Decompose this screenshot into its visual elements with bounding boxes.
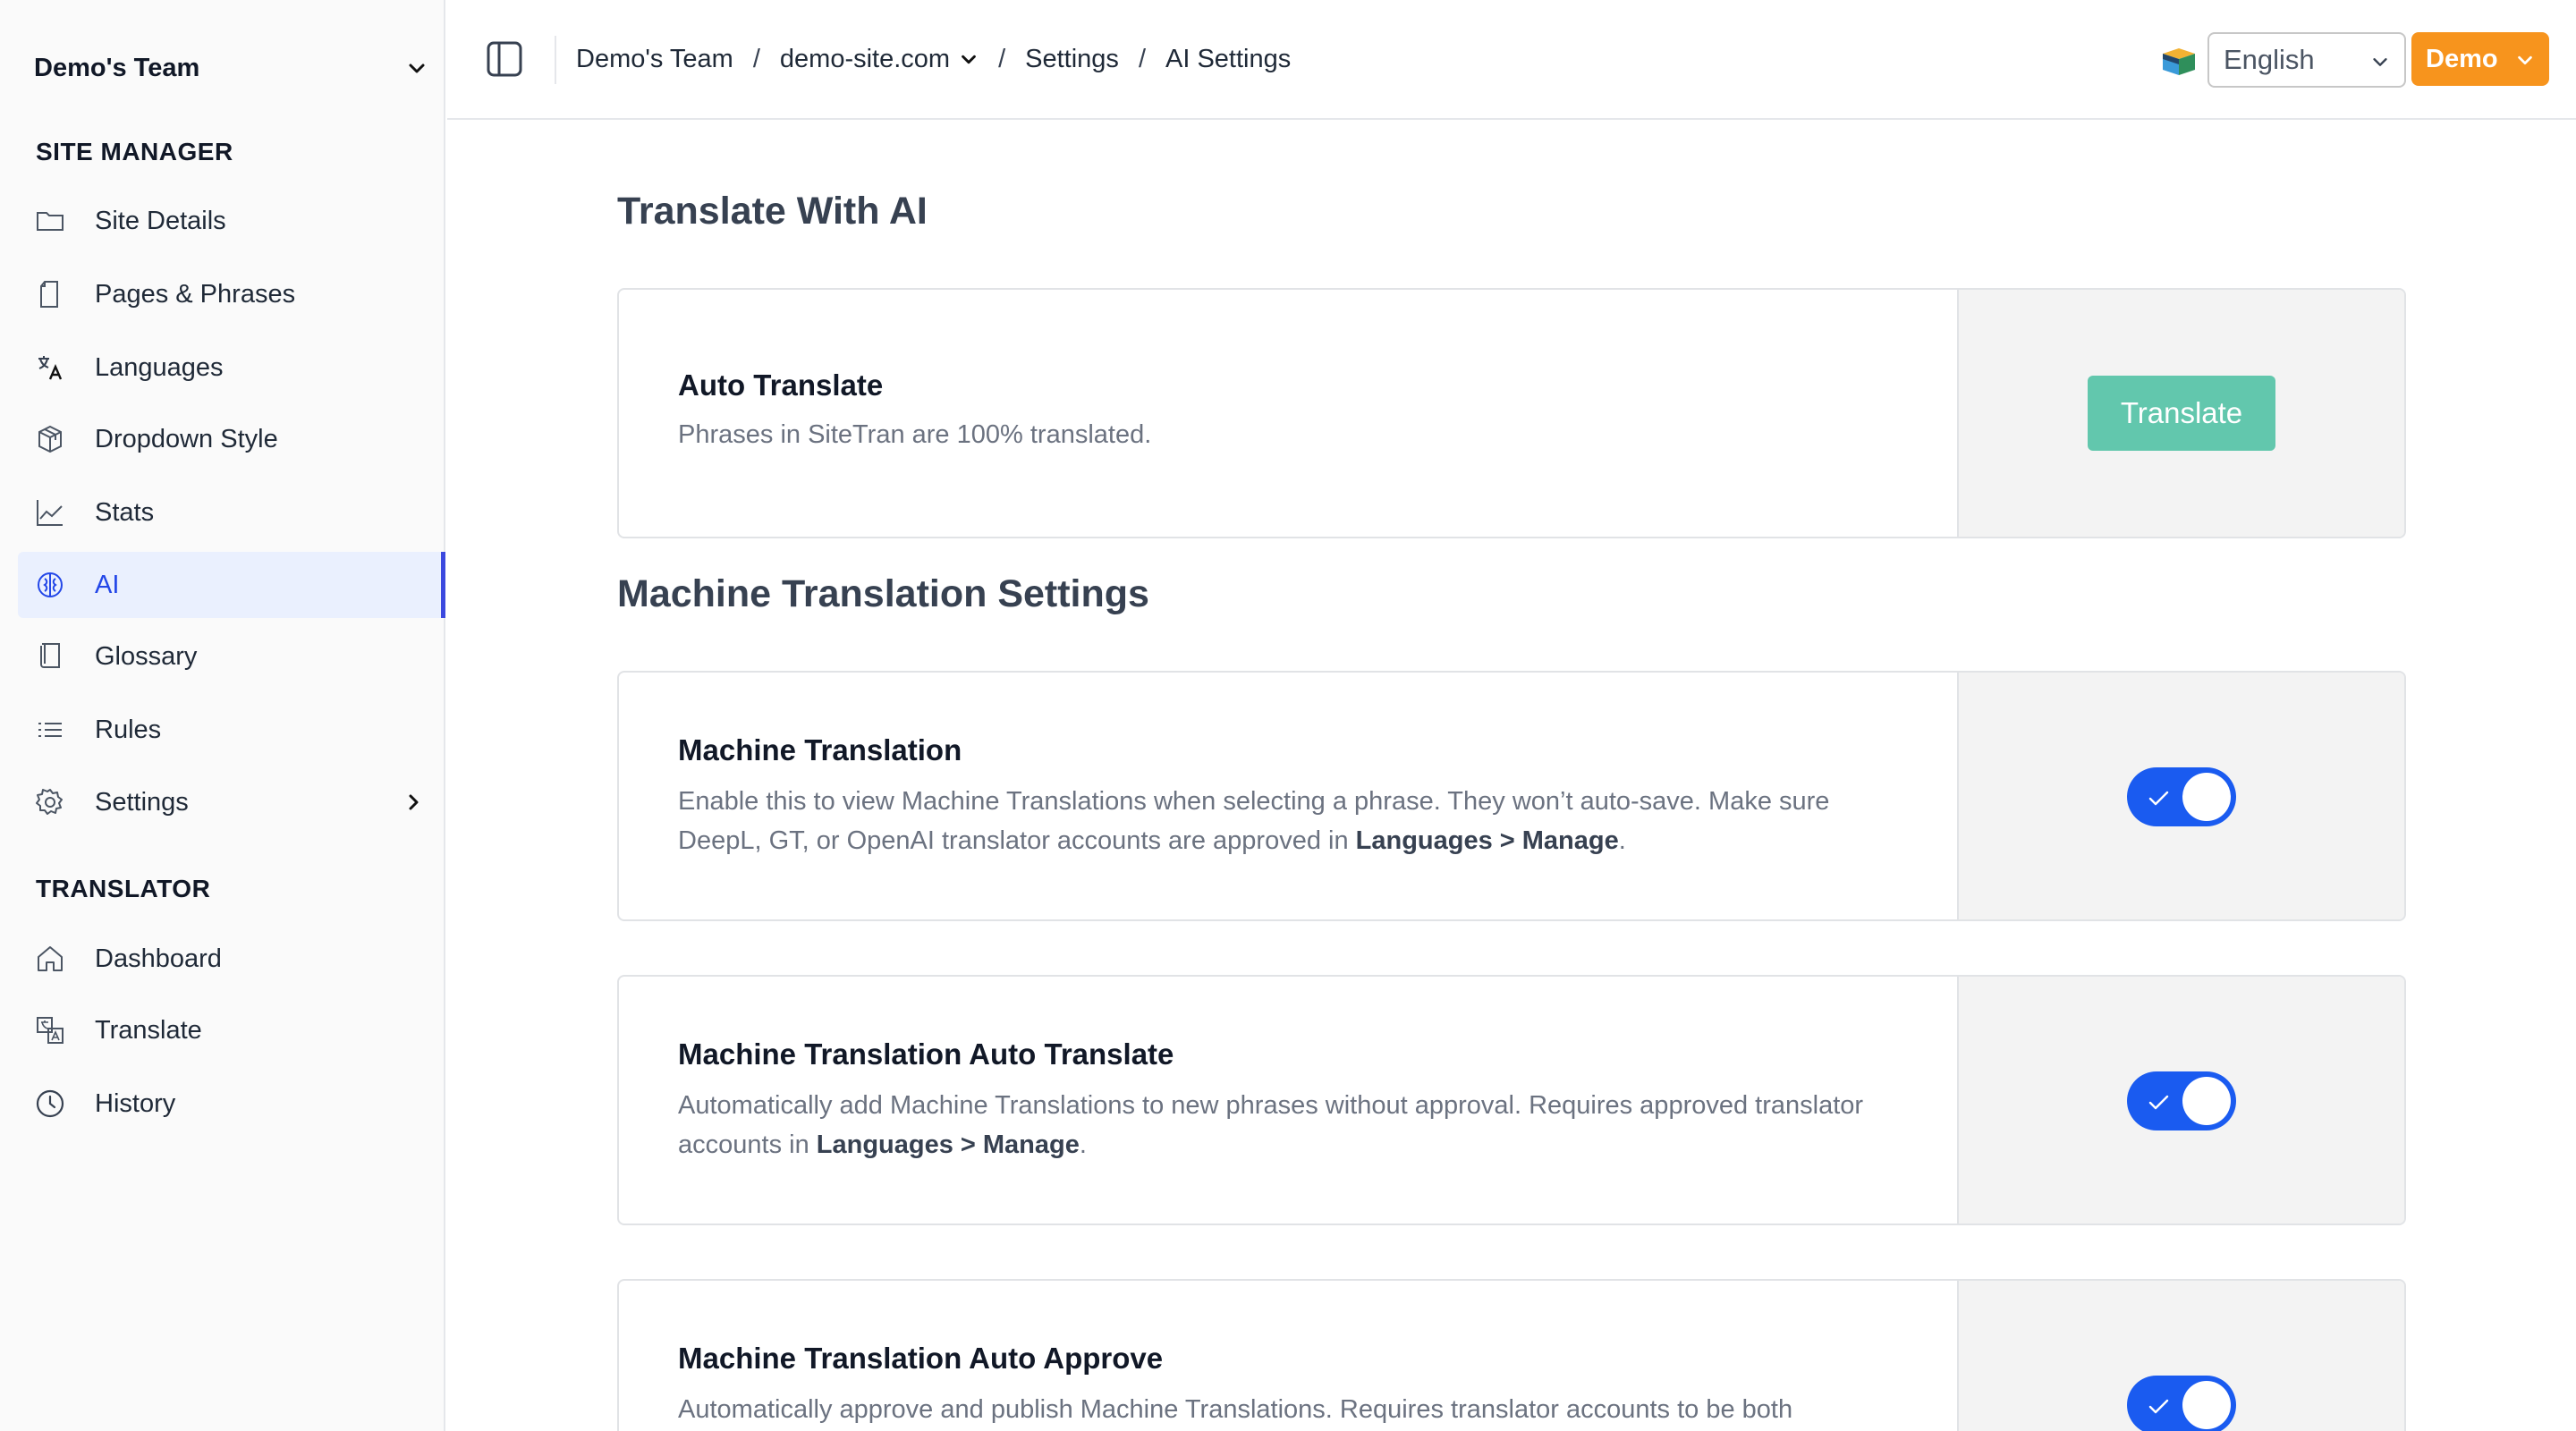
sidebar-item-label: Dashboard [95, 944, 222, 973]
chevron-down-icon [2373, 58, 2387, 66]
toggle-knob [2182, 1381, 2231, 1429]
sidebar-item-ai[interactable]: AI [18, 552, 445, 618]
chevron-down-icon [962, 55, 976, 64]
section-heading-translate-ai: Translate With AI [617, 190, 928, 233]
card-action-panel: Translate [1957, 290, 2404, 537]
section-title-site-manager: SITE MANAGER [36, 138, 233, 165]
card-title: Machine Translation Auto Approve [678, 1342, 1164, 1375]
check-icon [2148, 791, 2169, 806]
sidebar-item-translate[interactable]: Translate [18, 997, 445, 1063]
translate-button[interactable]: Translate [2088, 376, 2275, 451]
clock-icon [34, 1088, 66, 1120]
sidebar-item-history[interactable]: History [18, 1071, 445, 1137]
sidebar-item-label: Site Details [95, 206, 226, 235]
sidebar-item-label: History [95, 1088, 176, 1118]
sidebar-item-label: Settings [95, 787, 189, 817]
breadcrumb-site-dropdown[interactable]: demo-site.com [780, 45, 979, 74]
breadcrumb: Demo's Team / demo-site.com / Settings /… [576, 39, 1291, 79]
user-menu-button[interactable]: Demo [2411, 32, 2549, 86]
team-switcher[interactable]: Demo's Team [34, 50, 428, 86]
breadcrumb-site: demo-site.com [779, 44, 951, 73]
language-select-value: English [2224, 44, 2315, 75]
translate-icon [34, 1014, 66, 1046]
breadcrumb-separator: / [998, 44, 1006, 73]
team-name: Demo's Team [34, 53, 200, 82]
chevron-right-icon [409, 794, 419, 810]
sidebar-item-dropdown-style[interactable]: Dropdown Style [18, 406, 445, 472]
card-description: Automatically add Machine Translations t… [678, 1091, 1864, 1159]
breadcrumb-current: AI Settings [1165, 44, 1292, 73]
auto-approve-toggle[interactable] [2127, 1376, 2236, 1431]
toggle-knob [2182, 1077, 2231, 1125]
user-menu-label: Demo [2426, 44, 2498, 73]
sidebar-item-label: Languages [95, 352, 224, 382]
chevron-down-icon [2518, 55, 2532, 65]
check-icon [2148, 1399, 2169, 1414]
card-action-panel [1957, 977, 2404, 1224]
language-icon [34, 351, 66, 384]
check-icon [2148, 1095, 2169, 1110]
toggle-knob [2182, 773, 2231, 821]
sidebar-item-glossary[interactable]: Glossary [18, 623, 445, 690]
machine-translation-card: Machine Translation Enable this to view … [617, 671, 2406, 921]
breadcrumb-team[interactable]: Demo's Team [576, 45, 733, 74]
auto-translate-card: Auto Translate Phrases in SiteTran are 1… [617, 288, 2406, 538]
sidebar-item-dashboard[interactable]: Dashboard [18, 926, 445, 992]
breadcrumb-separator: / [1138, 44, 1146, 73]
home-icon [34, 943, 66, 975]
card-title: Machine Translation Auto Translate [678, 1037, 1174, 1071]
sidebar-item-pages-phrases[interactable]: Pages & Phrases [18, 261, 445, 327]
cube-icon [34, 423, 66, 455]
sidebar-item-settings[interactable]: Settings [18, 769, 445, 835]
machine-translation-auto-translate-card: Machine Translation Auto Translate Autom… [617, 975, 2406, 1225]
chart-line-icon [34, 496, 66, 529]
page-icon [34, 278, 66, 310]
list-icon [34, 714, 66, 746]
sidebar-item-label: Translate [95, 1015, 202, 1045]
card-title: Auto Translate [678, 368, 884, 402]
breadcrumb-separator: / [752, 44, 760, 73]
sidebar: Demo's Team SITE MANAGER Site Details Pa… [0, 0, 445, 1431]
folder-icon [34, 205, 66, 237]
card-action-panel [1957, 1281, 2404, 1431]
chevron-down-icon [409, 64, 425, 73]
sidebar-item-label: AI [95, 570, 120, 599]
card-action-panel [1957, 673, 2404, 919]
language-select[interactable]: English [2207, 32, 2406, 88]
divider [555, 36, 556, 84]
card-description: Phrases in SiteTran are 100% translated. [678, 420, 1152, 449]
sidebar-item-rules[interactable]: Rules [18, 697, 445, 763]
sidebar-item-label: Stats [95, 497, 155, 527]
sidebar-item-label: Dropdown Style [95, 424, 278, 453]
language-flag-icon [2163, 48, 2195, 75]
gear-icon [34, 786, 66, 818]
card-description: Automatically approve and publish Machin… [678, 1395, 1793, 1424]
section-title-translator: TRANSLATOR [36, 875, 211, 902]
sidebar-item-label: Glossary [95, 641, 198, 671]
sidebar-item-label: Rules [95, 715, 162, 744]
sidebar-item-stats[interactable]: Stats [18, 479, 445, 546]
sidebar-item-label: Pages & Phrases [95, 279, 296, 309]
sidebar-toggle-icon[interactable] [485, 39, 524, 79]
sidebar-item-site-details[interactable]: Site Details [18, 188, 445, 254]
brain-icon [34, 569, 66, 601]
section-heading-machine-translation: Machine Translation Settings [617, 572, 1149, 615]
top-bar: Demo's Team / demo-site.com / Settings /… [447, 0, 2576, 120]
breadcrumb-settings[interactable]: Settings [1025, 45, 1119, 74]
machine-translation-toggle[interactable] [2127, 767, 2236, 826]
machine-translation-auto-approve-card: Machine Translation Auto Approve Automat… [617, 1279, 2406, 1431]
book-icon [34, 640, 66, 673]
auto-translate-toggle[interactable] [2127, 1071, 2236, 1130]
sidebar-item-languages[interactable]: Languages [18, 334, 445, 401]
card-title: Machine Translation [678, 733, 962, 766]
card-description: Enable this to view Machine Translations… [678, 787, 1830, 855]
